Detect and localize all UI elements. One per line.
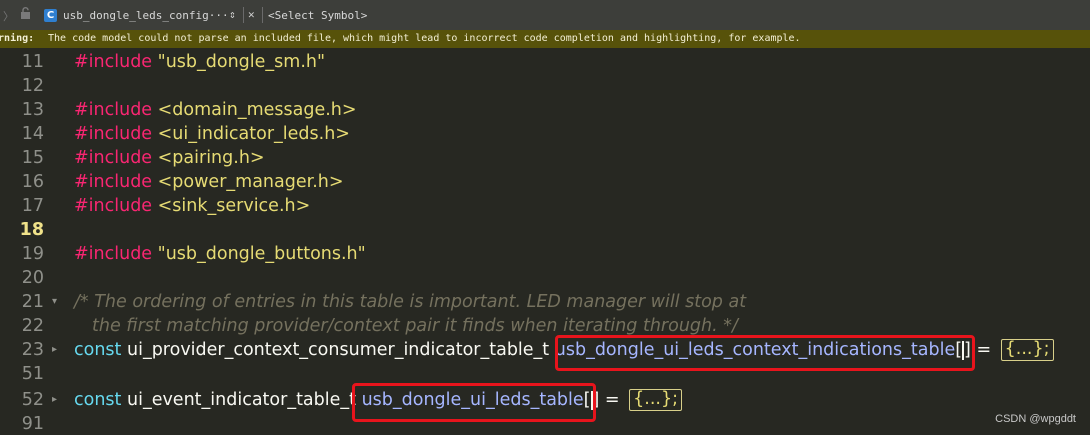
- line-number: 51: [21, 364, 44, 384]
- line-number: 16: [21, 172, 44, 192]
- file-switch-icon[interactable]: ⇕: [229, 8, 236, 21]
- include-path: <ui_indicator_leds.h>: [152, 124, 350, 144]
- current-line-number: 18: [19, 220, 44, 240]
- code-line[interactable]: 20: [0, 266, 1090, 290]
- code-line[interactable]: 11 #include "usb_dongle_sm.h": [0, 50, 1090, 74]
- const-keyword: const: [74, 340, 122, 360]
- open-file-selector[interactable]: usb_dongle_leds_config···: [63, 9, 229, 22]
- code-line-current[interactable]: 18: [0, 218, 1090, 242]
- tab-divider: [243, 7, 244, 23]
- highlight-box: [555, 335, 975, 371]
- fold-arrow-icon[interactable]: ▾: [52, 290, 62, 314]
- code-line[interactable]: 12: [0, 74, 1090, 98]
- preprocessor-keyword: #include: [74, 52, 153, 72]
- line-number: 14: [21, 124, 44, 144]
- line-number: 11: [21, 52, 44, 72]
- code-line[interactable]: 21 ▾ /* The ordering of entries in this …: [0, 290, 1090, 314]
- folded-block[interactable]: {...};: [1000, 339, 1054, 361]
- code-line[interactable]: 15 #include <pairing.h>: [0, 146, 1090, 170]
- line-number: 23: [21, 340, 44, 360]
- preprocessor-keyword: #include: [74, 124, 153, 144]
- include-path: <pairing.h>: [152, 148, 265, 168]
- code-line[interactable]: 14 #include <ui_indicator_leds.h>: [0, 122, 1090, 146]
- warning-text: The code model could not parse an includ…: [48, 33, 801, 44]
- code-comment: /* The ordering of entries in this table…: [74, 292, 747, 312]
- symbol-selector[interactable]: <Select Symbol>: [268, 9, 367, 22]
- close-icon[interactable]: ✕: [248, 8, 255, 21]
- const-keyword: const: [74, 390, 122, 410]
- watermark: CSDN @wpgddt: [995, 413, 1076, 425]
- include-path: "usb_dongle_buttons.h": [152, 244, 366, 264]
- fold-arrow-icon[interactable]: ▸: [52, 338, 62, 362]
- line-number: 19: [21, 244, 44, 264]
- include-path: <domain_message.h>: [152, 100, 357, 120]
- line-number: 13: [21, 100, 44, 120]
- include-path: <power_manager.h>: [152, 172, 344, 192]
- line-number: 21: [21, 292, 44, 312]
- nav-back-icon[interactable]: 〉: [3, 8, 14, 24]
- preprocessor-keyword: #include: [74, 244, 153, 264]
- type-name: ui_provider_context_consumer_indicator_t…: [126, 340, 550, 360]
- lock-icon: [21, 7, 30, 19]
- line-number: 12: [21, 76, 44, 96]
- warning-label: Warning:: [0, 33, 35, 44]
- include-path: "usb_dongle_sm.h": [152, 52, 326, 72]
- code-line[interactable]: 17 #include <sink_service.h>: [0, 194, 1090, 218]
- folded-block[interactable]: {...};: [629, 389, 682, 411]
- tab-divider: [262, 7, 263, 23]
- preprocessor-keyword: #include: [74, 196, 153, 216]
- fold-arrow-icon[interactable]: ▸: [52, 388, 62, 412]
- line-number: 52: [21, 390, 44, 410]
- code-line[interactable]: 13 #include <domain_message.h>: [0, 98, 1090, 122]
- highlight-box: [352, 383, 596, 422]
- c-file-icon: C: [44, 9, 57, 22]
- code-editor[interactable]: 11 #include "usb_dongle_sm.h" 12 13 #inc…: [0, 48, 1090, 435]
- line-number: 22: [21, 316, 44, 336]
- line-number: 15: [21, 148, 44, 168]
- line-number: 91: [21, 414, 44, 434]
- editor-tab-bar: 〉 C usb_dongle_leds_config··· ⇕ ✕ <Selec…: [0, 0, 1090, 30]
- preprocessor-keyword: #include: [74, 172, 153, 192]
- code-line[interactable]: 16 #include <power_manager.h>: [0, 170, 1090, 194]
- assign-operator: =: [599, 390, 626, 410]
- preprocessor-keyword: #include: [74, 148, 153, 168]
- type-name: ui_event_indicator_table_t: [126, 390, 356, 410]
- code-model-warning-bar: Warning: The code model could not parse …: [0, 30, 1090, 48]
- include-path: <sink_service.h>: [152, 196, 311, 216]
- preprocessor-keyword: #include: [74, 100, 153, 120]
- code-line[interactable]: 19 #include "usb_dongle_buttons.h": [0, 242, 1090, 266]
- line-number: 20: [21, 268, 44, 288]
- line-number: 17: [21, 196, 44, 216]
